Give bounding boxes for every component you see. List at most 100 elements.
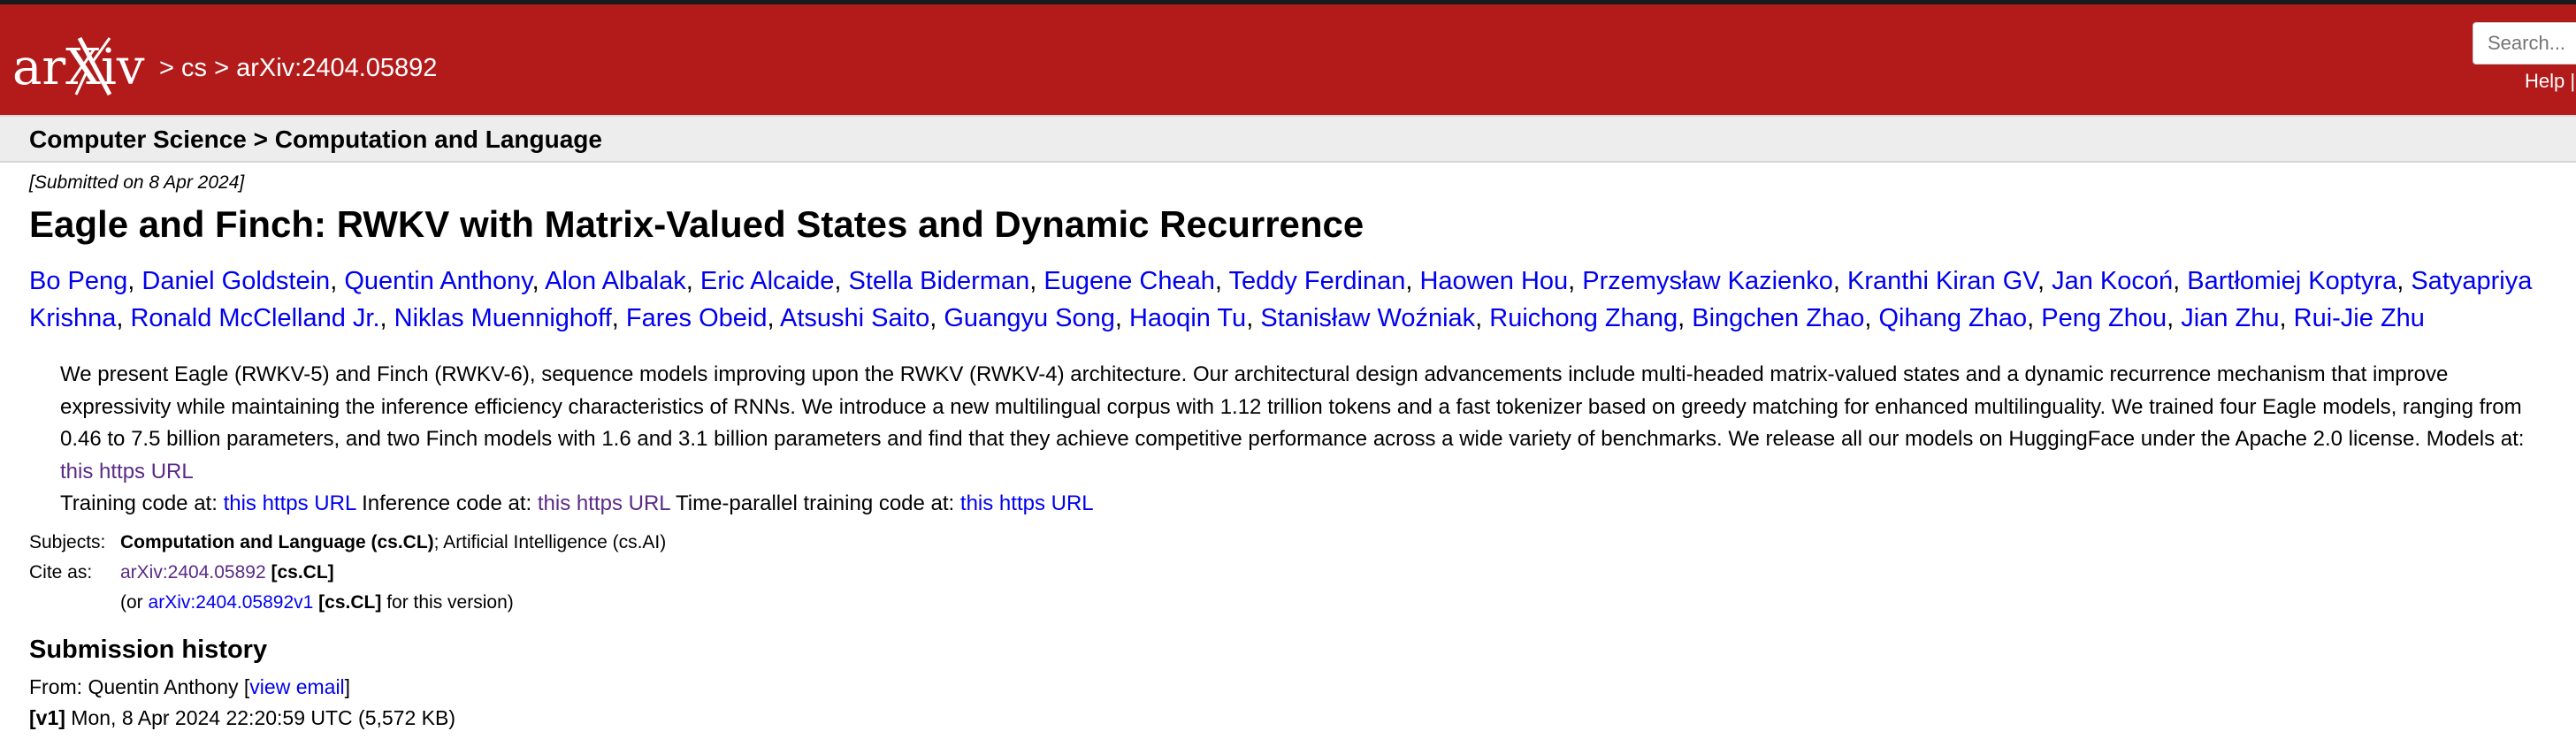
primary-subject: Computation and Language (cs.CL) <box>120 532 434 552</box>
version-info: Mon, 8 Apr 2024 22:20:59 UTC (5,572 KB) <box>71 706 455 729</box>
author-link[interactable]: Jian Zhu <box>2181 304 2279 332</box>
author-separator: , <box>1568 267 1583 295</box>
author-separator: , <box>611 304 626 332</box>
cite-row: Cite as: arXiv:2404.05892 [cs.CL] <box>29 558 666 588</box>
author-separator: , <box>834 267 849 295</box>
cite-version-category: [cs.CL] <box>318 592 382 613</box>
author-separator: , <box>1832 267 1848 295</box>
author-link[interactable]: Eugene Cheah <box>1043 267 1215 295</box>
author-separator: , <box>116 304 131 332</box>
cite-version-row: (or arXiv:2404.05892v1 [cs.CL] for this … <box>29 588 666 618</box>
subjects-row: Subjects: Computation and Language (cs.C… <box>29 528 666 558</box>
breadcrumb-separator: > <box>214 54 229 82</box>
author-separator: , <box>1114 304 1129 332</box>
abstract-text: We present Eagle (RWKV-5) and Finch (RWK… <box>60 362 2525 451</box>
author-link[interactable]: Alon Albalak <box>545 267 686 295</box>
view-email-link[interactable]: view email <box>249 675 344 698</box>
search-input[interactable] <box>2473 22 2576 65</box>
cite-version-value: (or arXiv:2404.05892v1 [cs.CL] for this … <box>120 588 514 618</box>
author-separator: , <box>929 304 944 332</box>
author-link[interactable]: Ruichong Zhang <box>1489 304 1678 332</box>
author-separator: , <box>767 304 780 332</box>
author-separator: , <box>127 267 142 295</box>
author-link[interactable]: Haowen Hou <box>1419 267 1568 295</box>
cite-category: [cs.CL] <box>271 562 334 583</box>
author-link[interactable]: Eric Alcaide <box>700 267 835 295</box>
training-code-label: Training code at: <box>60 491 218 515</box>
author-separator: , <box>2396 267 2412 295</box>
training-code-link[interactable]: this https URL <box>224 491 356 515</box>
time-parallel-code-label: Time-parallel training code at: <box>675 491 955 515</box>
author-separator: , <box>2173 267 2188 295</box>
site-header: arXiv > cs > arXiv:2404.05892 Help | <box>0 0 2576 115</box>
breadcrumb-cs-link[interactable]: cs <box>181 54 207 82</box>
subjects-value: Computation and Language (cs.CL); Artifi… <box>120 528 666 558</box>
author-separator: , <box>531 267 546 295</box>
breadcrumb: > cs > arXiv:2404.05892 <box>159 52 437 84</box>
breadcrumb-separator: > <box>159 54 174 82</box>
author-separator: , <box>685 267 700 295</box>
author-separator: , <box>1678 304 1693 332</box>
author-separator: , <box>330 267 345 295</box>
author-link[interactable]: Stella Biderman <box>849 267 1030 295</box>
header-links: Help | <box>2525 70 2575 93</box>
author-link[interactable]: Bartłomiej Koptyra <box>2187 267 2396 295</box>
subject-banner-title: Computer Science > Computation and Langu… <box>29 126 602 153</box>
author-link[interactable]: Przemysław Kazienko <box>1582 267 1833 295</box>
author-link[interactable]: Ronald McClelland Jr. <box>130 304 379 332</box>
cite-value: arXiv:2404.05892 [cs.CL] <box>120 558 334 588</box>
paper-title: Eagle and Finch: RWKV with Matrix-Valued… <box>29 203 1364 245</box>
author-link[interactable]: Jan Kocoń <box>2052 267 2173 295</box>
author-link[interactable]: Bo Peng <box>29 267 127 295</box>
author-link[interactable]: Niklas Muennighoff <box>394 304 612 332</box>
author-link[interactable]: Quentin Anthony <box>344 267 531 295</box>
author-separator: , <box>2027 304 2042 332</box>
arxiv-logo[interactable]: arXiv <box>11 31 155 102</box>
author-link[interactable]: Bingchen Zhao <box>1692 304 1864 332</box>
arxiv-logo-mark-icon: arXiv <box>12 36 145 96</box>
subjects-label: Subjects: <box>29 532 106 552</box>
author-link[interactable]: Stanisław Woźniak <box>1260 304 1475 332</box>
breadcrumb-paper-id-link[interactable]: arXiv:2404.05892 <box>236 54 437 82</box>
cite-label: Cite as: <box>29 562 93 583</box>
author-separator: , <box>379 304 394 332</box>
submitter-text: From: Quentin Anthony [ <box>29 675 250 698</box>
version-v1: [v1] Mon, 8 Apr 2024 22:20:59 UTC (5,572… <box>29 703 455 733</box>
cite-version-suffix: for this version) <box>386 592 514 613</box>
author-link[interactable]: Atsushi Saito <box>780 304 929 332</box>
secondary-subjects: ; Artificial Intelligence (cs.AI) <box>433 532 667 552</box>
author-separator: , <box>2279 304 2294 332</box>
author-link[interactable]: Kranthi Kiran GV <box>1847 267 2037 295</box>
author-separator: , <box>1029 267 1044 295</box>
help-link[interactable]: Help | <box>2525 70 2575 92</box>
cite-version-prefix: (or <box>120 592 143 613</box>
author-link[interactable]: Qihang Zhao <box>1878 304 2027 332</box>
submitter-bracket: ] <box>344 675 351 698</box>
version-label: [v1] <box>29 706 65 729</box>
subject-banner: Computer Science > Computation and Langu… <box>0 115 2576 163</box>
author-link[interactable]: Rui-Jie Zhu <box>2294 304 2425 332</box>
author-separator: , <box>2167 304 2182 332</box>
author-list: Bo Peng, Daniel Goldstein, Quentin Antho… <box>29 263 2558 337</box>
author-separator: , <box>1246 304 1261 332</box>
author-separator: , <box>1405 267 1420 295</box>
models-link[interactable]: this https URL <box>60 460 194 484</box>
author-link[interactable]: Teddy Ferdinan <box>1228 267 1405 295</box>
submission-history-heading: Submission history <box>29 636 268 664</box>
author-link[interactable]: Guangyu Song <box>944 304 1114 332</box>
author-separator: , <box>2037 267 2052 295</box>
abstract: We present Eagle (RWKV-5) and Finch (RWK… <box>60 359 2563 521</box>
author-link[interactable]: Fares Obeid <box>626 304 768 332</box>
cite-id-link[interactable]: arXiv:2404.05892 <box>120 562 266 583</box>
time-parallel-code-link[interactable]: this https URL <box>960 491 1094 515</box>
submission-from: From: Quentin Anthony [view email] <box>29 672 350 702</box>
inference-code-label: Inference code at: <box>362 491 532 515</box>
author-link[interactable]: Peng Zhou <box>2041 304 2167 332</box>
author-separator: , <box>1475 304 1490 332</box>
inference-code-link[interactable]: this https URL <box>538 491 670 515</box>
cite-version-link[interactable]: arXiv:2404.05892v1 <box>149 592 314 613</box>
metadata-table: Subjects: Computation and Language (cs.C… <box>29 528 666 618</box>
author-separator: , <box>1214 267 1229 295</box>
author-link[interactable]: Daniel Goldstein <box>141 267 330 295</box>
author-link[interactable]: Haoqin Tu <box>1129 304 1246 332</box>
